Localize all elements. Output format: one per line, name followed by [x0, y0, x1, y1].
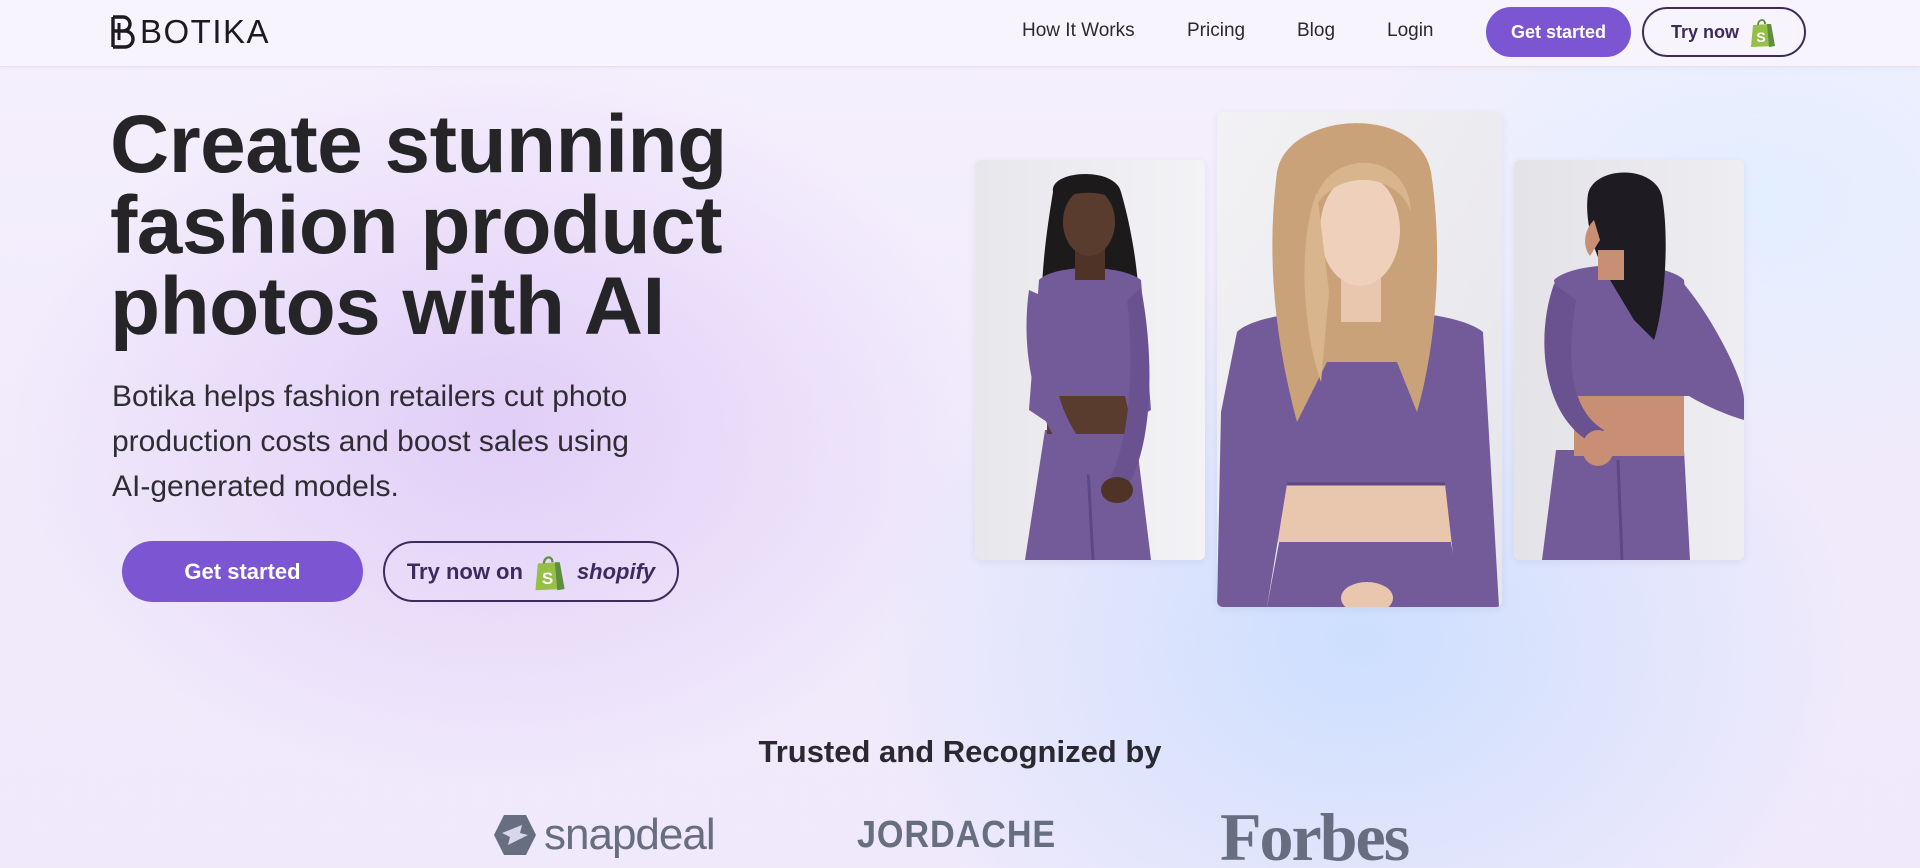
model-photo-front-dark-hair — [975, 160, 1205, 560]
snapdeal-mark-icon — [494, 815, 536, 855]
header-try-now-label: Try now — [1670, 21, 1739, 42]
nav-pricing[interactable]: Pricing — [1187, 20, 1245, 42]
trusted-by-heading: Trusted and Recognized by — [758, 734, 1162, 769]
nav-how-it-works[interactable]: How It Works — [1022, 20, 1135, 42]
logo-wordmark: BOTIKA — [140, 13, 271, 50]
snapdeal-logo: snapdeal — [492, 810, 716, 860]
hero-get-started-label: Get started — [184, 558, 301, 584]
hero-try-now-shopify-button[interactable]: Try now on S shopify — [383, 541, 679, 602]
hero-title: Create stunning fashion product photos w… — [110, 99, 727, 352]
forbes-logo: Forbes — [1220, 799, 1410, 868]
hero-subtitle: Botika helps fashion retailers cut photo… — [112, 380, 629, 503]
shopify-wordmark: shopify — [576, 558, 656, 584]
botika-logo[interactable]: BOTIKA — [110, 12, 270, 52]
model-photo-back-dark-hair — [1514, 160, 1744, 560]
jordache-logo: JORDACHE — [857, 814, 1057, 856]
site-header: BOTIKA How It Works Pricing Blog Login G… — [0, 0, 1920, 67]
shopify-bag-icon: S — [1751, 19, 1775, 47]
nav-blog[interactable]: Blog — [1297, 20, 1335, 42]
snapdeal-wordmark: snapdeal — [544, 810, 716, 859]
shopify-bag-icon: S — [535, 555, 565, 590]
hero-try-now-label: Try now on — [406, 558, 523, 584]
header-get-started-button[interactable]: Get started — [1486, 7, 1631, 57]
header-try-now-button[interactable]: Try now S — [1642, 7, 1806, 57]
svg-text:S: S — [1756, 29, 1765, 45]
hero-get-started-button[interactable]: Get started — [122, 541, 363, 602]
model-photo-front-blonde — [1217, 112, 1502, 607]
botika-b-icon — [111, 15, 135, 49]
nav-login[interactable]: Login — [1387, 20, 1434, 42]
svg-text:S: S — [542, 569, 553, 588]
header-get-started-label: Get started — [1510, 21, 1607, 42]
